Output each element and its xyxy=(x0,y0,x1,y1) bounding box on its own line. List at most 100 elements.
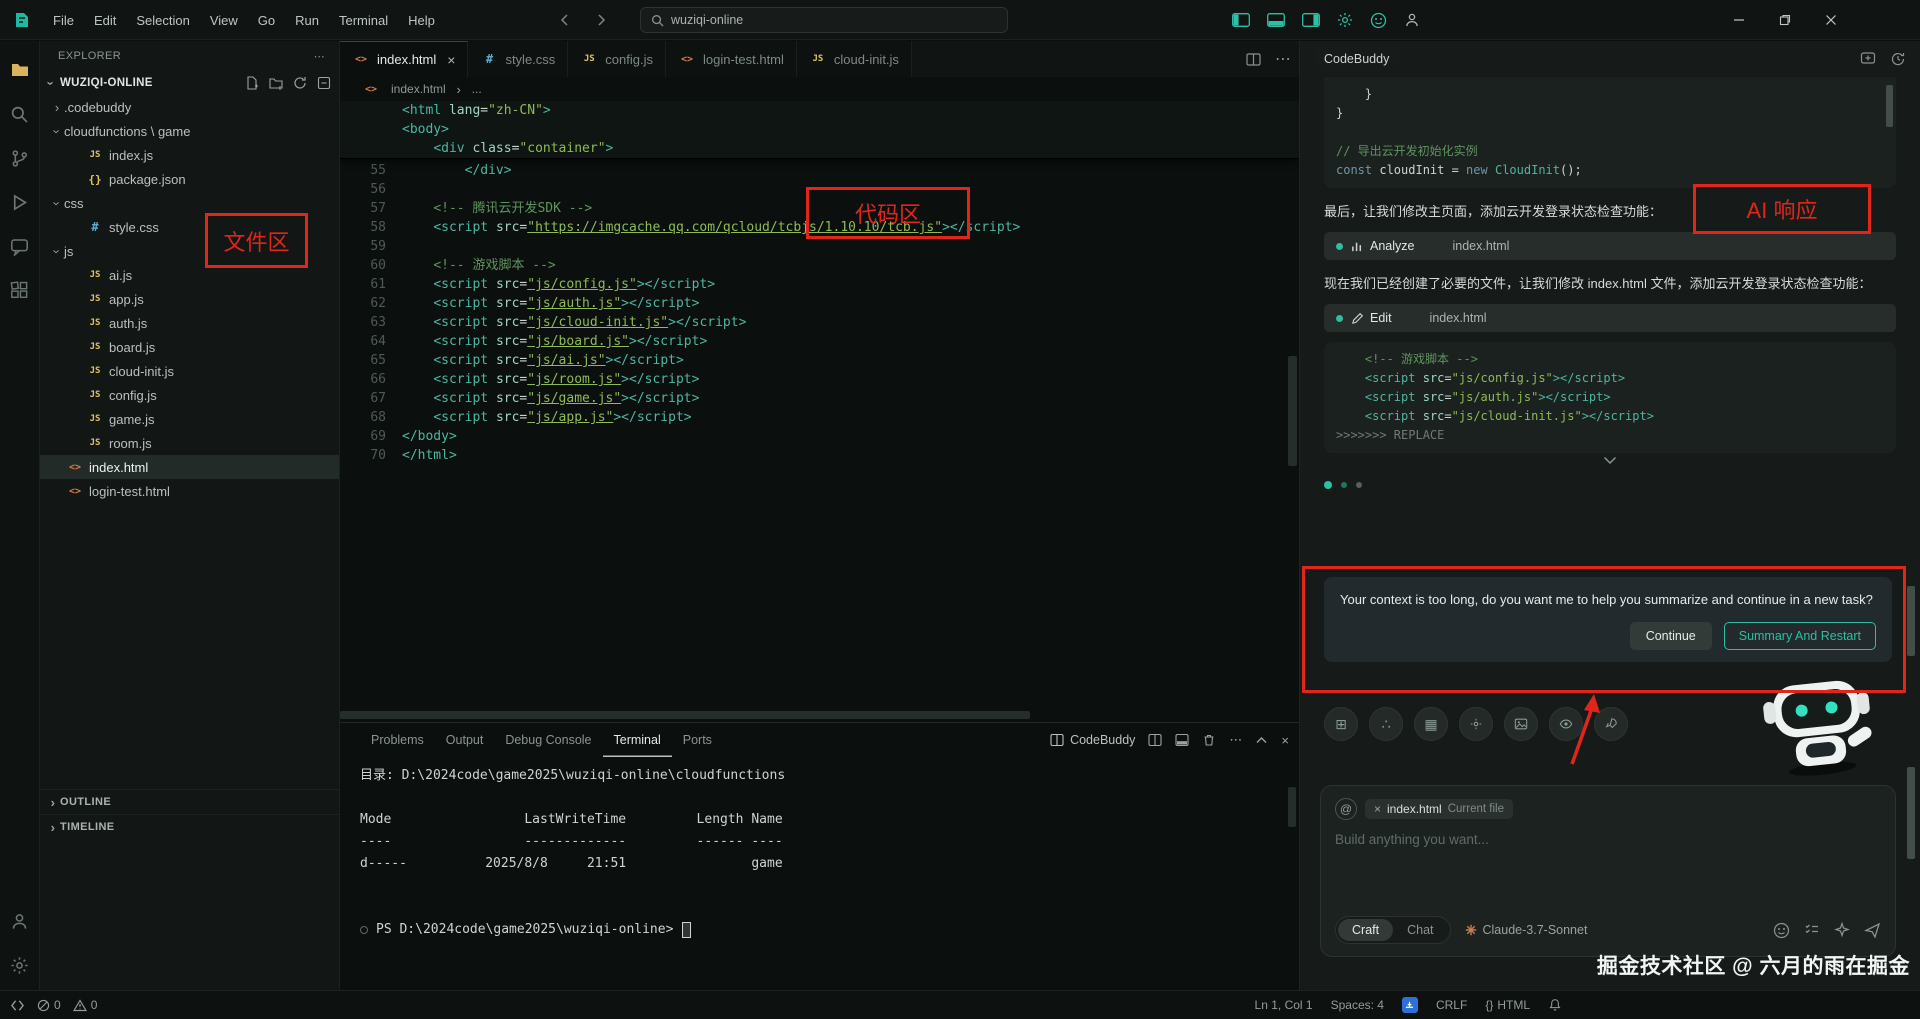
menu-edit[interactable]: Edit xyxy=(85,9,125,32)
project-root-row[interactable]: › WUZIQI-ONLINE xyxy=(40,71,339,95)
menu-file[interactable]: File xyxy=(44,9,83,32)
nav-forward-icon[interactable] xyxy=(594,13,608,27)
remote-indicator-icon[interactable] xyxy=(10,999,25,1012)
chat-icon[interactable] xyxy=(3,229,37,263)
account-profile-icon[interactable] xyxy=(3,904,37,938)
eol-selector[interactable]: CRLF xyxy=(1436,998,1467,1012)
tree-item-login-test-html[interactable]: login-test.html xyxy=(40,479,339,503)
new-folder-icon[interactable] xyxy=(269,76,283,90)
panel-tab-output[interactable]: Output xyxy=(435,723,495,757)
command-search-box[interactable] xyxy=(640,7,1008,33)
menu-run[interactable]: Run xyxy=(286,9,328,32)
nodes-icon[interactable]: ∴ xyxy=(1369,707,1403,741)
manage-gear-icon[interactable] xyxy=(3,948,37,982)
panel-tab-problems[interactable]: Problems xyxy=(360,723,435,757)
panel-more-icon[interactable]: ⋯ xyxy=(1229,732,1242,748)
tree-item-css-folder[interactable]: ›css xyxy=(40,191,339,215)
tool-call-analyze[interactable]: Analyze index.html xyxy=(1324,232,1896,260)
menu-terminal[interactable]: Terminal xyxy=(330,9,397,32)
split-terminal-icon[interactable] xyxy=(1148,733,1162,747)
new-chat-icon[interactable] xyxy=(1860,51,1876,67)
tab-style-css[interactable]: style.css xyxy=(468,41,568,77)
breadcrumb[interactable]: index.html › ... xyxy=(340,77,1299,101)
menu-go[interactable]: Go xyxy=(249,9,284,32)
tab-cloud-init-js[interactable]: cloud-init.js xyxy=(797,41,912,77)
search-input[interactable] xyxy=(671,13,997,27)
model-selector[interactable]: Claude-3.7-Sonnet xyxy=(1465,923,1588,937)
notifications-bell-icon[interactable] xyxy=(1548,998,1562,1012)
toggle-bottom-panel-icon[interactable] xyxy=(1267,13,1285,27)
collapse-all-icon[interactable] xyxy=(317,76,331,90)
tools-icon[interactable] xyxy=(1459,707,1493,741)
tree-item-cloud-init-js[interactable]: cloud-init.js xyxy=(40,359,339,383)
tab-login-test-html[interactable]: login-test.html xyxy=(666,41,797,77)
chip-close-icon[interactable]: × xyxy=(1374,802,1381,816)
ai-prompt-input[interactable] xyxy=(1335,832,1881,847)
tree-item-codebuddy[interactable]: ›.codebuddy xyxy=(40,95,339,119)
ai-panel-scrollbar[interactable] xyxy=(1907,767,1915,859)
editor-vertical-scrollbar[interactable] xyxy=(1288,356,1297,466)
tab-index-html[interactable]: index.html × xyxy=(340,41,468,77)
ai-panel-scrollbar[interactable] xyxy=(1907,586,1915,656)
close-button[interactable] xyxy=(1816,5,1846,35)
context-file-chip[interactable]: × index.html Current file xyxy=(1365,799,1513,819)
tasks-icon[interactable] xyxy=(1804,922,1820,938)
assistant-face-icon[interactable] xyxy=(1370,12,1387,29)
tree-item-config-js[interactable]: config.js xyxy=(40,383,339,407)
tree-item-room-js[interactable]: room.js xyxy=(40,431,339,455)
menu-selection[interactable]: Selection xyxy=(127,9,198,32)
restore-button[interactable] xyxy=(1770,5,1800,35)
blocks-icon[interactable]: ▦ xyxy=(1414,707,1448,741)
code-block-scrollbar[interactable] xyxy=(1886,85,1893,127)
tree-item-index-html[interactable]: index.html xyxy=(40,455,339,479)
menu-view[interactable]: View xyxy=(201,9,247,32)
tab-close-icon[interactable]: × xyxy=(447,52,455,68)
editor-horizontal-scrollbar[interactable] xyxy=(340,711,1030,719)
kill-terminal-icon[interactable] xyxy=(1202,733,1216,747)
minimize-button[interactable] xyxy=(1724,5,1754,35)
ai-input-card[interactable]: @ × index.html Current file Craft Chat xyxy=(1320,785,1896,957)
expand-chevron-icon[interactable] xyxy=(1324,453,1896,465)
explorer-icon[interactable] xyxy=(3,53,37,87)
tree-item-app-js[interactable]: app.js xyxy=(40,287,339,311)
panel-layout-icon[interactable] xyxy=(1175,733,1189,747)
tree-item-board-js[interactable]: board.js xyxy=(40,335,339,359)
extensions-icon[interactable] xyxy=(3,273,37,307)
pagination-dots[interactable] xyxy=(1324,481,1896,489)
image-icon[interactable] xyxy=(1504,707,1538,741)
tab-config-js[interactable]: config.js xyxy=(568,41,666,77)
tree-item-package-json[interactable]: package.json xyxy=(40,167,339,191)
nav-back-icon[interactable] xyxy=(558,13,572,27)
panel-tab-debug-console[interactable]: Debug Console xyxy=(494,723,602,757)
sparkle-icon[interactable] xyxy=(1834,922,1850,938)
settings-gear-icon[interactable] xyxy=(1337,12,1353,28)
indentation[interactable]: Spaces: 4 xyxy=(1331,998,1384,1012)
outline-section[interactable]: ›OUTLINE xyxy=(40,789,339,814)
tree-item-game-js[interactable]: game.js xyxy=(40,407,339,431)
toggle-left-panel-icon[interactable] xyxy=(1232,13,1250,27)
account-icon[interactable] xyxy=(1404,12,1420,28)
panel-tab-ports[interactable]: Ports xyxy=(672,723,723,757)
cloudbase-icon[interactable] xyxy=(1402,997,1418,1013)
toggle-right-panel-icon[interactable] xyxy=(1302,13,1320,27)
source-control-icon[interactable] xyxy=(3,141,37,175)
refresh-icon[interactable] xyxy=(293,76,307,90)
emoji-icon[interactable] xyxy=(1773,922,1790,939)
editor-more-icon[interactable]: ⋯ xyxy=(1275,49,1291,69)
mode-chat[interactable]: Chat xyxy=(1393,919,1447,941)
tool-call-edit[interactable]: Edit index.html xyxy=(1324,304,1896,332)
search-sidebar-icon[interactable] xyxy=(3,97,37,131)
panel-tab-terminal[interactable]: Terminal xyxy=(603,723,672,757)
new-file-icon[interactable] xyxy=(245,76,259,90)
timeline-section[interactable]: ›TIMELINE xyxy=(40,814,339,839)
apps-icon[interactable]: ⊞ xyxy=(1324,707,1358,741)
language-mode[interactable]: {} HTML xyxy=(1485,998,1530,1012)
history-icon[interactable] xyxy=(1890,51,1906,67)
panel-close-icon[interactable]: × xyxy=(1281,733,1289,748)
terminal-scrollbar[interactable] xyxy=(1288,787,1296,827)
mention-icon[interactable]: @ xyxy=(1335,798,1357,820)
panel-maximize-icon[interactable] xyxy=(1255,734,1268,747)
problems-warnings[interactable]: 0 xyxy=(73,998,98,1012)
tree-item-index-js[interactable]: index.js xyxy=(40,143,339,167)
menu-help[interactable]: Help xyxy=(399,9,444,32)
